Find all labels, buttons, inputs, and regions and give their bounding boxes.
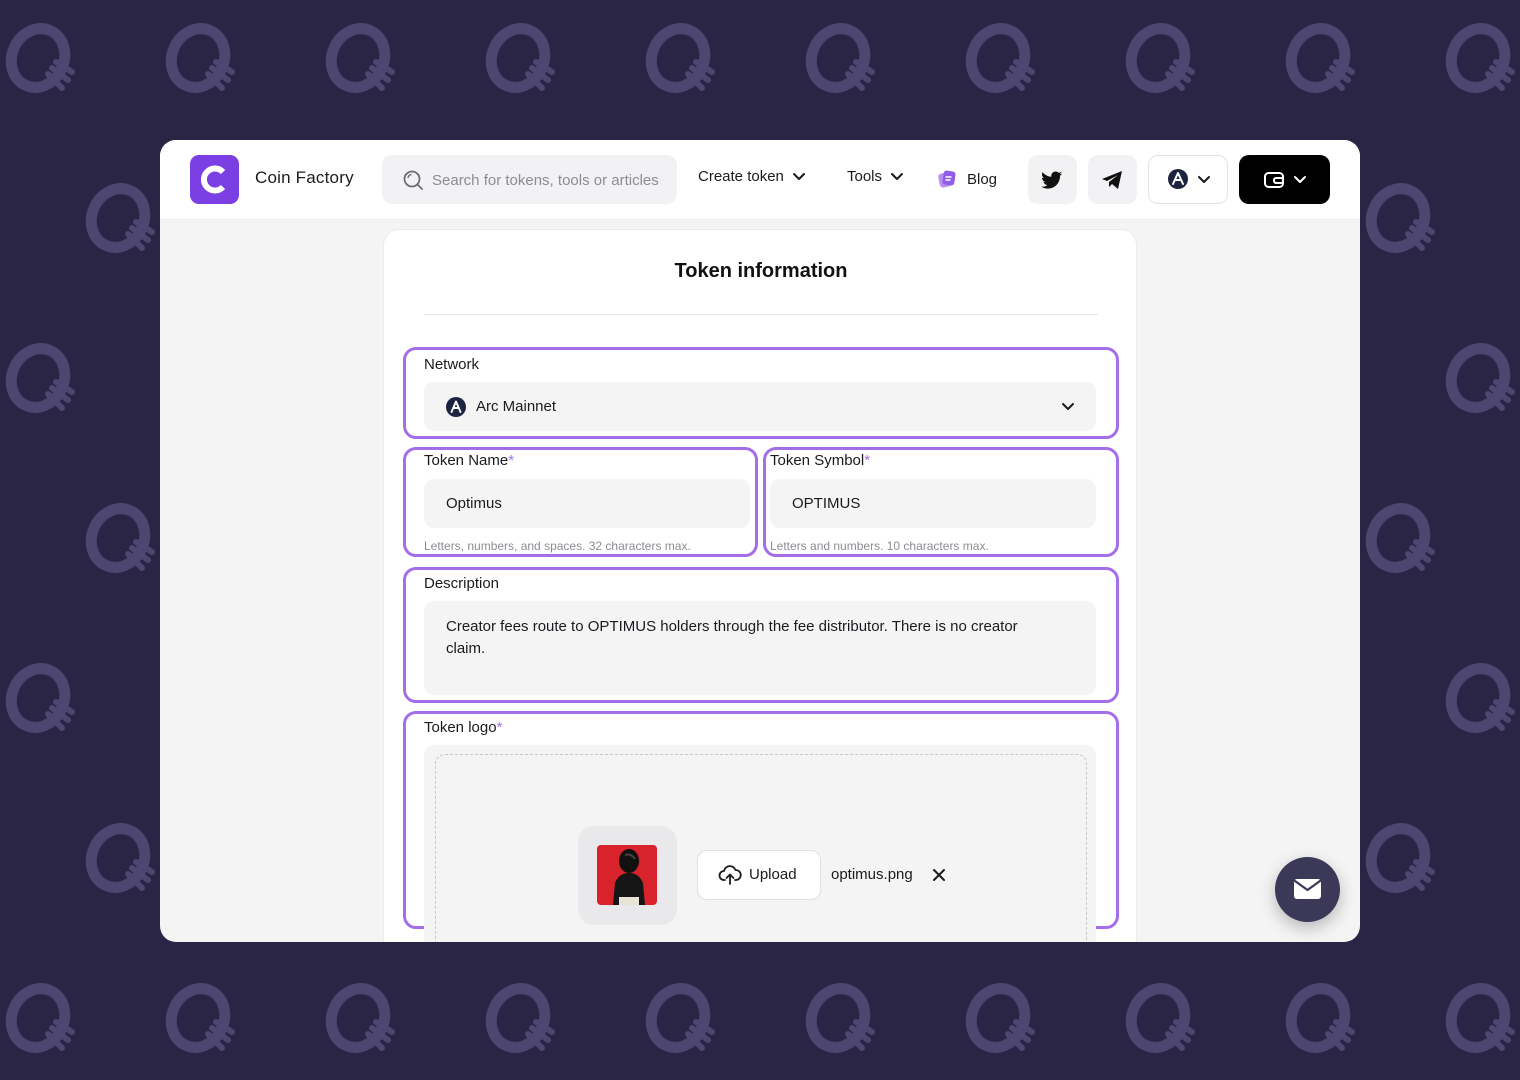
brand-logo[interactable] (190, 155, 239, 204)
upload-button[interactable]: Upload (697, 850, 821, 900)
token-symbol-input[interactable]: OPTIMUS (770, 479, 1096, 528)
token-name-value: Optimus (446, 495, 502, 512)
nav-tools-label: Tools (847, 168, 883, 185)
description-value: Creator fees route to OPTIMUS holders th… (446, 618, 1018, 657)
token-name-label: Token Name* (424, 452, 514, 469)
logo-dropzone[interactable] (435, 754, 1087, 942)
nav-tools[interactable]: Tools (847, 168, 904, 185)
nav-create-token[interactable]: Create token (698, 168, 806, 185)
required-mark: * (508, 452, 515, 469)
token-symbol-label: Token Symbol* (770, 452, 870, 469)
chevron-down-icon (1198, 176, 1210, 183)
close-icon[interactable] (931, 867, 947, 883)
arc-network-icon (446, 397, 466, 417)
wallet-icon (1264, 172, 1284, 188)
description-label: Description (424, 575, 500, 592)
token-name-input[interactable]: Optimus (424, 479, 750, 528)
token-information-card: Token information Network Arc Mainnet To… (383, 229, 1137, 942)
token-symbol-hint: Letters and numbers. 10 characters max. (770, 539, 989, 553)
network-label: Network (424, 356, 480, 373)
search-box[interactable] (382, 155, 677, 204)
arc-network-icon (1168, 169, 1188, 189)
search-icon (403, 170, 423, 190)
coin-pattern-row-bottom (2, 980, 1514, 1056)
twitter-button[interactable] (1028, 155, 1077, 204)
network-switcher-button[interactable] (1148, 155, 1228, 204)
nav-blog-label: Blog (967, 170, 998, 188)
telegram-icon (1102, 171, 1122, 189)
token-symbol-label-text: Token Symbol (770, 452, 865, 469)
chevron-down-icon (891, 172, 904, 180)
chevron-down-icon (792, 172, 805, 180)
mail-icon (1293, 879, 1322, 899)
brand-c-icon (200, 165, 226, 194)
telegram-button[interactable] (1088, 155, 1137, 204)
search-input[interactable] (432, 169, 667, 191)
required-mark: * (496, 719, 503, 736)
token-symbol-value: OPTIMUS (792, 495, 861, 512)
description-textarea[interactable]: Creator fees route to OPTIMUS holders th… (424, 601, 1096, 695)
chevron-down-icon (1294, 176, 1306, 183)
token-name-label-text: Token Name (424, 452, 509, 469)
token-name-hint: Letters, numbers, and spaces. 32 charact… (424, 539, 691, 553)
token-logo-label: Token logo* (424, 719, 502, 736)
card-title: Token information (674, 260, 848, 282)
upload-button-label: Upload (749, 866, 797, 883)
robot-logo-image (597, 845, 657, 905)
title-divider (424, 314, 1098, 315)
nav-create-token-label: Create token (698, 168, 784, 185)
brand-name[interactable]: Coin Factory (255, 168, 354, 188)
twitter-icon (1041, 171, 1062, 189)
nav-blog[interactable]: Blog (936, 168, 997, 190)
contact-button[interactable] (1275, 857, 1340, 922)
chevron-down-icon (1062, 403, 1074, 410)
logo-preview (578, 826, 677, 925)
network-select[interactable]: Arc Mainnet (424, 382, 1096, 431)
upload-cloud-icon (718, 865, 742, 885)
uploaded-filename: optimus.png (831, 866, 913, 883)
token-logo-label-text: Token logo (424, 719, 497, 736)
app-window: Coin Factory Create token Tools (160, 140, 1360, 942)
coin-pattern-row-top (2, 20, 1514, 96)
wallet-button[interactable] (1239, 155, 1330, 204)
navbar: Coin Factory Create token Tools (160, 140, 1360, 220)
blog-icon (938, 170, 956, 188)
network-select-value: Arc Mainnet (476, 398, 557, 415)
required-mark: * (864, 452, 871, 469)
